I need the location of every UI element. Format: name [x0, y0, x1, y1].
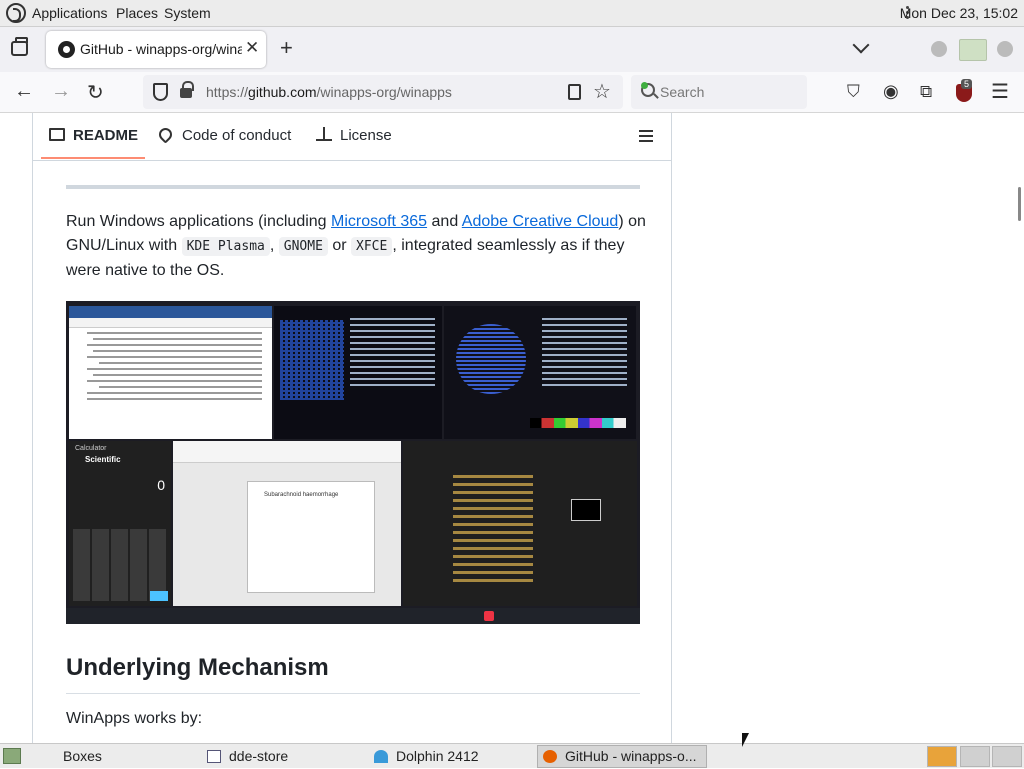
divider	[66, 693, 640, 694]
code-kde-plasma: KDE Plasma	[181, 237, 270, 256]
reader-view-icon[interactable]	[568, 84, 581, 100]
taskbar-item-github[interactable]: GitHub - winapps-o...	[543, 744, 697, 769]
workspace-1-firefox-icon[interactable]	[927, 746, 957, 767]
back-arrow-icon[interactable]: ←	[14, 80, 34, 103]
account-icon[interactable]: ◉	[883, 81, 899, 102]
new-tab-button[interactable]: +	[280, 35, 293, 61]
search-engine-icon	[641, 82, 648, 89]
dolphin-icon	[374, 750, 388, 763]
tab-readme[interactable]: README	[49, 127, 138, 144]
calculator-equals-key	[150, 591, 168, 601]
link-adobe-creative-cloud[interactable]: Adobe Creative Cloud	[462, 213, 619, 230]
forward-arrow-icon[interactable]: →	[51, 80, 71, 103]
bookmark-star-icon[interactable]: ☆	[593, 79, 611, 104]
window-maximize-icon[interactable]	[959, 39, 987, 61]
workspace-3[interactable]	[992, 746, 1022, 767]
taskbar: Boxes dde-store Dolphin 2412 GitHub - wi…	[0, 743, 1024, 768]
system-panel: Applications Places System Mon Dec 23, 1…	[0, 0, 1024, 27]
chevron-down-icon[interactable]	[852, 36, 870, 54]
taskbar-item-boxes[interactable]: Boxes	[63, 744, 102, 769]
distro-logo-icon	[456, 324, 526, 394]
tab-close-icon[interactable]: ✕	[245, 38, 259, 58]
file-preview-thumbnail	[571, 499, 601, 521]
tab-title: GitHub - winapps-org/winapps	[80, 41, 242, 57]
windows-taskbar-preview	[66, 608, 640, 624]
mouse-cursor-icon	[742, 733, 749, 747]
calculator-preview: Calculator Scientific 0	[69, 441, 171, 606]
distro-logo-icon[interactable]	[6, 3, 26, 23]
lock-icon[interactable]	[180, 81, 194, 98]
window-minimize-icon[interactable]	[931, 41, 947, 57]
code-gnome: GNOME	[278, 237, 328, 256]
table-of-contents-icon[interactable]	[639, 130, 653, 142]
powerpoint-preview: Subarachnoid haemorrhage	[173, 441, 401, 606]
window-icon	[207, 750, 221, 763]
menu-applications[interactable]: Applications	[32, 5, 108, 21]
section-heading: Underlying Mechanism	[66, 654, 329, 681]
window-close-icon[interactable]	[997, 41, 1013, 57]
word-window-preview	[69, 306, 272, 439]
url-text[interactable]: https://github.com/winapps-org/winapps	[206, 84, 452, 100]
taskbar-item-dolphin[interactable]: Dolphin 2412	[374, 744, 479, 769]
tab-github-winapps[interactable]: GitHub - winapps-org/winapps ✕	[46, 31, 266, 68]
code-xfce: XFCE	[351, 237, 393, 256]
paragraph: WinApps works by:	[66, 710, 203, 727]
tab-overview-icon[interactable]	[11, 37, 28, 56]
search-placeholder: Search	[660, 84, 705, 100]
clock[interactable]: Mon Dec 23, 15:02	[900, 5, 1018, 21]
heart-icon	[156, 125, 175, 144]
terminal-neofetch-preview	[444, 306, 636, 439]
color-palette	[530, 418, 626, 428]
file-explorer-preview	[403, 441, 637, 606]
firefox-icon	[543, 750, 557, 763]
search-input[interactable]: Search	[631, 75, 807, 109]
taskbar-item-dde-store[interactable]: dde-store	[207, 744, 288, 769]
navigation-bar: ← → ↻ https://github.com/winapps-org/win…	[0, 72, 1024, 113]
show-desktop-icon[interactable]	[3, 748, 21, 764]
winapps-screenshot[interactable]: Calculator Scientific 0 Subarachnoid hae…	[66, 301, 640, 624]
ublock-badge: 5	[961, 79, 973, 89]
slide-preview: Subarachnoid haemorrhage	[247, 481, 375, 593]
pocket-icon[interactable]: ⛉	[847, 82, 860, 102]
menu-system[interactable]: System	[164, 5, 211, 21]
reload-icon[interactable]: ↻	[87, 80, 104, 105]
tab-bar: GitHub - winapps-org/winapps ✕ +	[0, 27, 1024, 72]
law-scale-icon	[316, 127, 332, 141]
menu-places[interactable]: Places	[116, 5, 158, 21]
intro-paragraph: Run Windows applications (including Micr…	[66, 213, 646, 279]
terminal-preview	[274, 306, 442, 439]
github-icon	[58, 41, 75, 58]
scrollbar-thumb[interactable]	[1018, 187, 1021, 221]
tab-license[interactable]: License	[316, 127, 392, 144]
tab-code-of-conduct[interactable]: Code of conduct	[156, 125, 291, 144]
active-tab-underline	[41, 157, 145, 159]
link-microsoft-365[interactable]: Microsoft 365	[331, 213, 427, 230]
workspace-2[interactable]	[960, 746, 990, 767]
extensions-icon[interactable]: ⧉	[920, 82, 932, 102]
hamburger-menu-icon[interactable]: ☰	[991, 79, 1009, 104]
divider	[66, 185, 640, 189]
shield-icon[interactable]	[153, 83, 168, 101]
url-bar[interactable]: https://github.com/winapps-org/winapps ☆	[143, 75, 623, 109]
readme-article: README Code of conduct License Run Windo…	[32, 113, 672, 743]
page-content: README Code of conduct License Run Windo…	[0, 113, 1024, 743]
readme-tabs: README Code of conduct License	[33, 113, 671, 161]
book-icon	[49, 128, 65, 141]
